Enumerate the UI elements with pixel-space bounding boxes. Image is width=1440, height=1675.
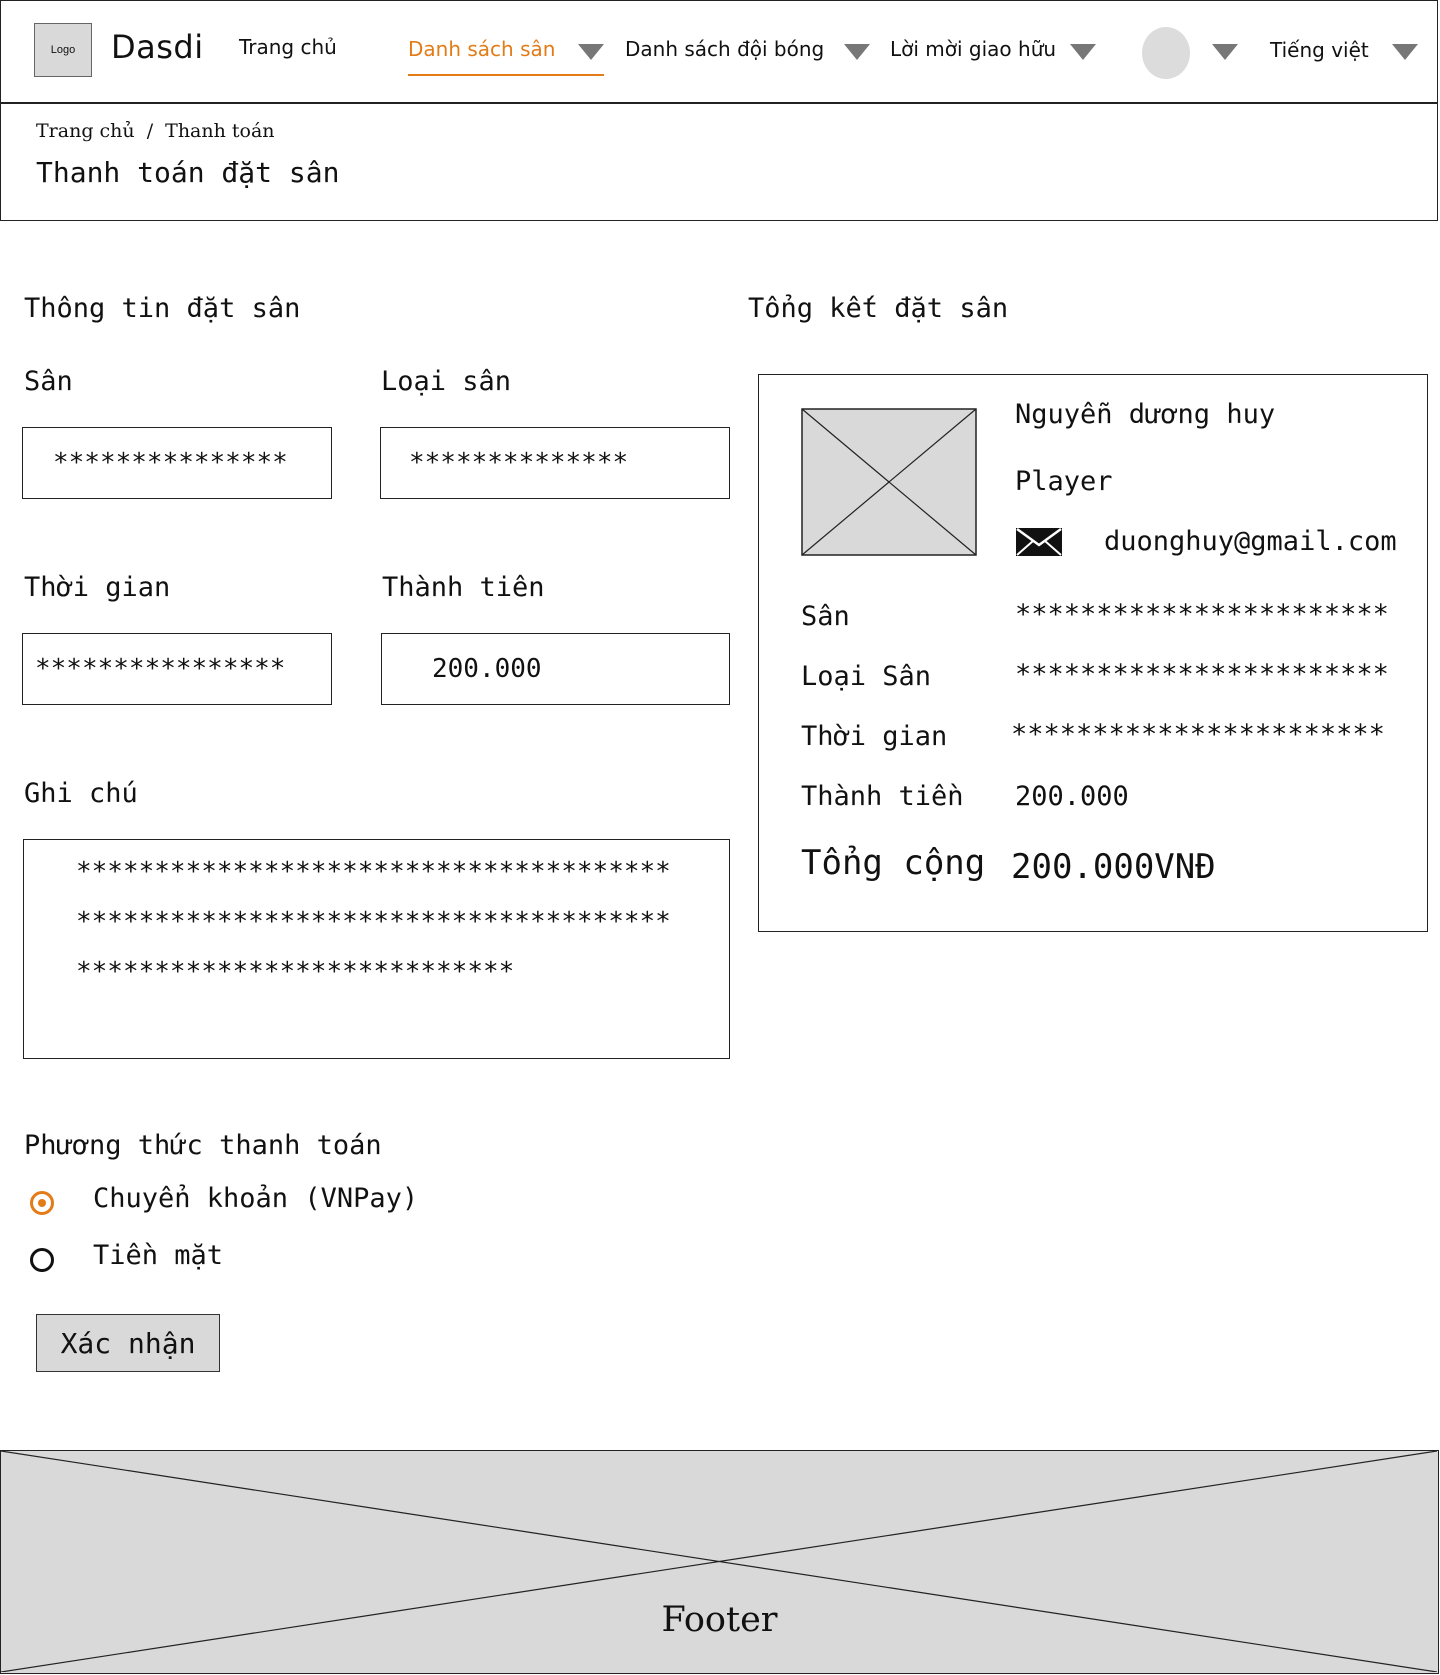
option-cash-label[interactable]: Tiền mặt: [93, 1240, 223, 1271]
mail-icon: [1016, 527, 1062, 556]
payment-method-title: Phương thức thanh toán: [24, 1130, 382, 1161]
field-type-input[interactable]: **************: [380, 427, 730, 499]
logo[interactable]: Logo: [34, 23, 92, 77]
note-label: Ghi chú: [24, 778, 138, 809]
breadcrumb-home[interactable]: Trang chủ: [36, 120, 135, 142]
field-input[interactable]: ***************: [22, 427, 332, 499]
note-line: ****************************: [76, 957, 515, 987]
nav-home[interactable]: Trang chủ: [239, 35, 337, 59]
chevron-down-icon[interactable]: [844, 44, 870, 60]
amount-input[interactable]: 200.000: [381, 633, 730, 705]
page-title: Thanh toán đặt sân: [36, 156, 340, 189]
avatar[interactable]: [1142, 27, 1190, 79]
breadcrumb-current: Thanh toán: [165, 120, 275, 142]
chevron-down-icon[interactable]: [1212, 44, 1238, 60]
summary-time-label: Thời gian: [801, 721, 948, 752]
confirm-button[interactable]: Xác nhận: [36, 1314, 220, 1372]
footer: [0, 1450, 1439, 1674]
booking-info-title: Thông tin đặt sân: [24, 293, 301, 324]
chevron-down-icon[interactable]: [578, 44, 604, 60]
summary-field-value: ***********************: [1015, 599, 1389, 630]
time-input[interactable]: ****************: [22, 633, 332, 705]
user-role: Player: [1015, 466, 1113, 497]
time-input-value: ****************: [35, 654, 286, 684]
nav-team-list[interactable]: Danh sách đội bóng: [625, 37, 824, 61]
profile-image-placeholder: [801, 408, 977, 556]
note-textarea[interactable]: ************************************** *…: [23, 839, 730, 1059]
user-email[interactable]: duonghuy@gmail.com: [1104, 526, 1397, 557]
summary-field-label: Sân: [801, 601, 850, 632]
nav-field-list[interactable]: Danh sách sân: [408, 37, 555, 61]
field-type-value: **************: [409, 448, 629, 478]
nav-friendly-invites[interactable]: Lời mời giao hữu: [890, 37, 1056, 61]
summary-type-label: Loại Sân: [801, 661, 932, 692]
user-name: Nguyễn dương huy: [1015, 399, 1276, 430]
summary-card: Nguyễn dương huy Player duonghuy@gmail.c…: [758, 374, 1428, 932]
amount-input-value: 200.000: [432, 654, 542, 684]
radio-vnpay[interactable]: [30, 1191, 54, 1215]
summary-title: Tổng kết đặt sân: [748, 293, 1009, 324]
breadcrumb-separator: /: [146, 120, 154, 142]
option-vnpay-label[interactable]: Chuyển khoản (VNPay): [93, 1183, 418, 1214]
note-line: **************************************: [76, 907, 671, 937]
logo-text: Logo: [50, 44, 76, 56]
radio-cash[interactable]: [30, 1248, 54, 1272]
breadcrumb: Trang chủ / Thanh toán: [36, 120, 281, 142]
summary-total-value: 200.000VNĐ: [1011, 847, 1216, 887]
brand-name[interactable]: Dasdi: [111, 28, 204, 66]
field-label: Sân: [24, 366, 73, 397]
summary-type-value: ***********************: [1015, 659, 1389, 690]
chevron-down-icon[interactable]: [1392, 44, 1418, 60]
summary-total-label: Tổng cộng: [801, 843, 986, 883]
time-label: Thời gian: [24, 572, 171, 603]
field-input-value: ***************: [53, 448, 288, 478]
summary-amount-value: 200.000: [1015, 781, 1129, 812]
language-selector[interactable]: Tiếng việt: [1270, 38, 1369, 62]
active-nav-underline: [408, 74, 604, 76]
chevron-down-icon[interactable]: [1070, 44, 1096, 60]
summary-amount-label: Thành tiền: [801, 781, 964, 812]
field-type-label: Loại sân: [381, 366, 512, 397]
amount-label: Thành tiên: [382, 572, 545, 603]
note-line: **************************************: [76, 857, 671, 887]
summary-time-value: ***********************: [1011, 719, 1385, 750]
footer-label: Footer: [661, 1600, 778, 1640]
